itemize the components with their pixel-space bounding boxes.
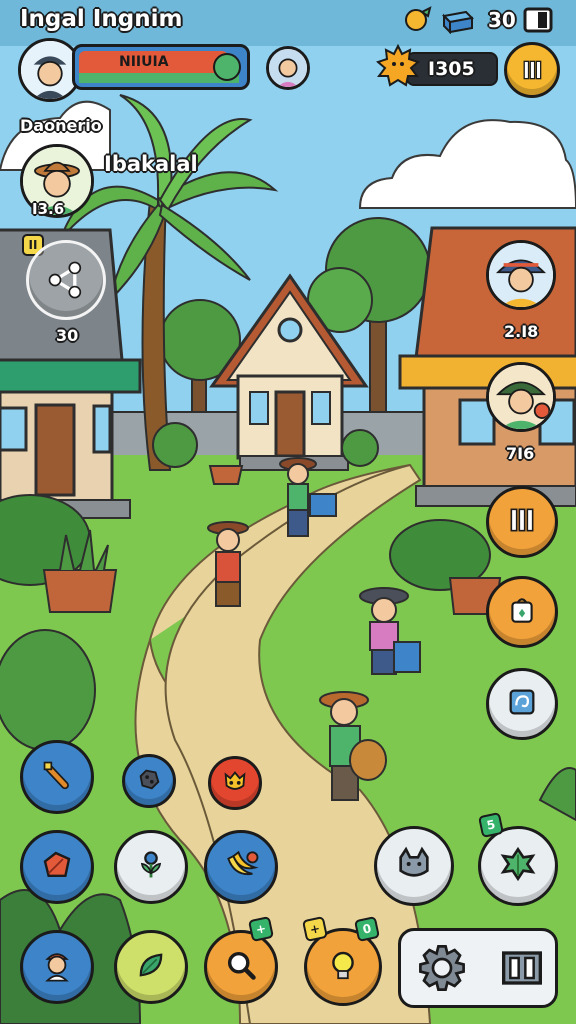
ore-button[interactable] <box>122 754 176 808</box>
sun-gem-icon[interactable] <box>402 4 434 34</box>
player-name-bar-text: NIIUIA <box>119 54 169 70</box>
lightbulb-badge-right: 0 <box>353 915 381 943</box>
bag-icon <box>506 594 538 630</box>
mask-button[interactable] <box>208 756 262 810</box>
game-title: Ingal Ingnim <box>20 6 183 32</box>
inventory-icon[interactable] <box>497 943 547 993</box>
leaf-icon <box>134 948 168 986</box>
lightbulb-icon <box>325 947 361 987</box>
magnifier-button[interactable] <box>204 930 278 1004</box>
cat-icon <box>394 844 434 888</box>
cat-button[interactable] <box>374 826 454 906</box>
character-button[interactable] <box>20 930 94 1004</box>
friend-name: Ibakalal <box>104 152 198 176</box>
map-tile-button[interactable] <box>486 668 558 740</box>
herb-icon <box>498 844 538 888</box>
herb-button[interactable] <box>478 826 558 906</box>
torch-button[interactable] <box>20 740 94 814</box>
leaf-card-icon <box>39 847 75 887</box>
coin-amount: I305 <box>428 58 475 80</box>
stat-value: 30 <box>488 8 516 32</box>
herb-badge: 5 <box>477 811 505 839</box>
magnifier-badge: + <box>247 915 275 943</box>
neighbor-avatar-small[interactable] <box>266 46 310 90</box>
bag-button[interactable] <box>486 576 558 648</box>
tools-panel <box>398 928 558 1008</box>
character-icon <box>39 947 75 987</box>
neighbor-score-1: 2.I8 <box>504 322 539 341</box>
share-count: 30 <box>56 326 79 345</box>
mask-icon <box>221 767 249 799</box>
player-name-bar: NIIUIA <box>72 44 250 90</box>
leaf-card-button[interactable] <box>20 830 94 904</box>
neighbor-score-2: 7I6 <box>506 444 535 463</box>
flower-button[interactable] <box>114 830 188 904</box>
neighbor-avatar-2[interactable] <box>486 362 556 432</box>
bars-icon <box>506 504 538 540</box>
leaf-button[interactable] <box>114 930 188 1004</box>
share-button[interactable] <box>26 240 106 320</box>
leaf-check-icon <box>213 53 241 81</box>
settings-icon[interactable] <box>415 941 469 995</box>
shop-button[interactable] <box>504 42 560 98</box>
crate-icon[interactable] <box>440 6 475 35</box>
torch-icon <box>40 758 74 796</box>
player-name-label: Daonerio <box>20 116 102 135</box>
flower-icon <box>134 848 168 886</box>
pause-square-icon[interactable] <box>522 6 554 34</box>
map-tile-icon <box>505 685 539 723</box>
neighbor-avatar-1[interactable] <box>486 240 556 310</box>
bars-button[interactable] <box>486 486 558 558</box>
banana-icon <box>222 846 260 888</box>
sun-coin-icon <box>376 43 420 88</box>
magnifier-icon <box>224 948 258 986</box>
ore-icon <box>135 765 163 797</box>
lightbulb-badge-left: + <box>301 915 329 943</box>
banana-button[interactable] <box>204 830 278 904</box>
friend-score: I3.6 <box>32 200 65 218</box>
